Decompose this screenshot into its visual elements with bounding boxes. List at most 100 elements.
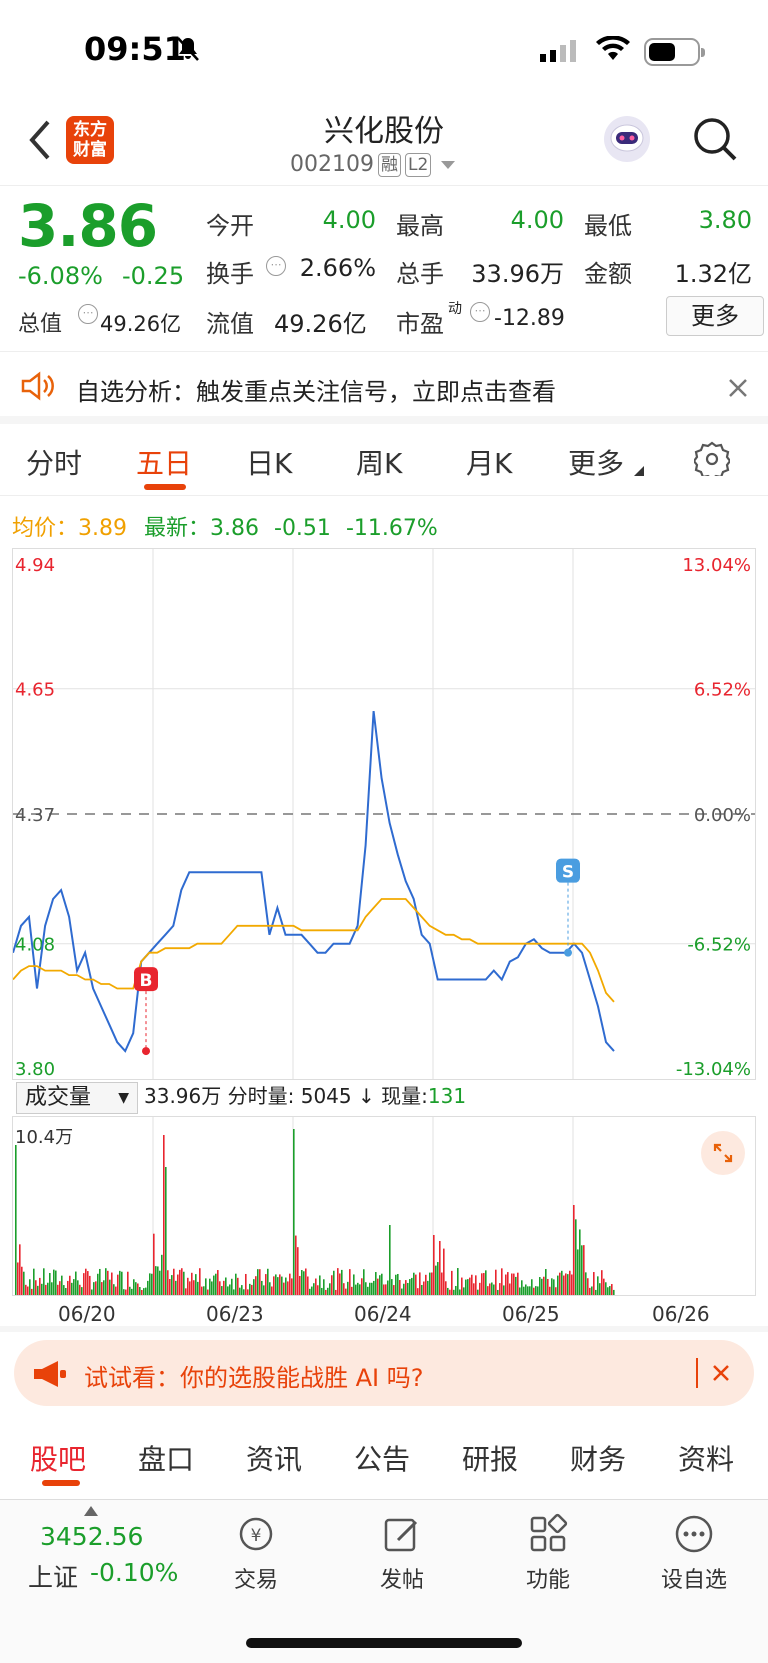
tab-weekly-k[interactable]: 周K: [356, 442, 402, 482]
volume-bar: [287, 1281, 289, 1295]
tab-monthly-k[interactable]: 月K: [466, 442, 512, 482]
volume-bar: [15, 1145, 17, 1295]
status-time: 09:51: [84, 30, 186, 68]
stock-code-row[interactable]: 002109 融 L2: [290, 152, 456, 177]
volume-bar: [595, 1289, 597, 1295]
tab-guba[interactable]: 股吧: [30, 1438, 86, 1478]
volume-chart[interactable]: 10.4万: [12, 1116, 756, 1296]
volume-bar: [481, 1273, 483, 1295]
volume-bar: [397, 1273, 399, 1295]
volume-bar: [447, 1287, 449, 1295]
ai-challenge-banner[interactable]: 试试看：你的选股能战胜 AI 吗?: [14, 1340, 754, 1406]
indicator-selector[interactable]: 成交量 ▼: [16, 1082, 138, 1114]
nav-functions[interactable]: 功能: [488, 1512, 608, 1594]
tab-more[interactable]: 更多: [568, 442, 624, 482]
tab-news[interactable]: 资讯: [246, 1438, 302, 1478]
volume-bar: [367, 1286, 369, 1295]
volume-bar: [27, 1286, 29, 1295]
volume-bar: [147, 1280, 149, 1295]
volume-bar: [247, 1289, 249, 1295]
close-icon[interactable]: [712, 1364, 730, 1382]
volume-bar: [411, 1277, 413, 1295]
search-icon[interactable]: [692, 116, 738, 162]
wifi-icon: [596, 36, 630, 60]
info-icon[interactable]: ⋯: [470, 302, 490, 322]
down-arrow: ↓: [358, 1084, 375, 1108]
tab-five-day[interactable]: 五日: [136, 442, 192, 482]
volume-bar: [201, 1286, 203, 1295]
volume-bar: [85, 1268, 87, 1295]
volume-bar: [189, 1281, 191, 1295]
volume-bar: [383, 1284, 385, 1295]
volume-bar: [373, 1280, 375, 1295]
tab-daily-k[interactable]: 日K: [246, 442, 292, 482]
gear-icon[interactable]: [694, 440, 730, 476]
nav-trade[interactable]: ¥ 交易: [196, 1512, 316, 1594]
volume-bar: [369, 1282, 371, 1295]
margin-tag: 融: [377, 152, 401, 177]
close-icon[interactable]: [728, 378, 748, 398]
volume-bar: [529, 1286, 531, 1295]
tab-timeshare[interactable]: 分时: [26, 442, 82, 482]
volume-bar: [453, 1289, 455, 1295]
tab-research[interactable]: 研报: [462, 1438, 518, 1478]
volume-bar: [41, 1283, 43, 1295]
volume-bar: [129, 1286, 131, 1295]
volume-bar: [409, 1279, 411, 1295]
tab-pankou[interactable]: 盘口: [138, 1438, 194, 1478]
volume-info: 33.96万 分时量: 5045 ↓ 现量:131: [144, 1080, 466, 1109]
more-button[interactable]: 更多: [666, 296, 764, 336]
volume-bar: [305, 1268, 307, 1295]
volume-bar: [185, 1288, 187, 1295]
index-value[interactable]: 3452.56: [40, 1522, 143, 1551]
volume-bar: [267, 1268, 269, 1295]
volume-bar: [601, 1270, 603, 1295]
volume-bar: [193, 1280, 195, 1295]
x-label: 06/24: [354, 1302, 412, 1326]
volume-bar: [231, 1278, 233, 1295]
volume-bar: [101, 1282, 103, 1295]
price-chart[interactable]: 4.94 4.65 4.37 4.08 3.80 13.04% 6.52% 0.00% -6.5…: [12, 548, 756, 1080]
volume-bar: [51, 1282, 53, 1295]
volume-bar: [195, 1274, 197, 1295]
fen-volume-value: 5045: [300, 1084, 352, 1108]
volume-bar: [575, 1219, 577, 1295]
nav-add-watchlist[interactable]: 设自选: [634, 1512, 754, 1594]
volume-bar: [413, 1272, 415, 1295]
mute-bell-icon: [177, 37, 199, 61]
volume-bar: [283, 1282, 285, 1295]
ai-robot-icon[interactable]: [604, 116, 650, 162]
nav-post[interactable]: 发帖: [342, 1512, 462, 1594]
volume-bar: [211, 1281, 213, 1295]
volume-bar: [501, 1268, 503, 1295]
volume-bar: [177, 1274, 179, 1295]
volume-bar: [141, 1289, 143, 1295]
chart-summary-line: 均价：3.89 最新：3.86 -0.51 -11.67%: [12, 510, 438, 542]
volume-bar: [591, 1286, 593, 1295]
info-icon[interactable]: ⋯: [266, 256, 286, 276]
volume-bar: [323, 1279, 325, 1295]
tab-announcements[interactable]: 公告: [354, 1438, 410, 1478]
nav-functions-label: 功能: [525, 1568, 570, 1593]
volume-bar: [505, 1274, 507, 1295]
volume-bar: [493, 1284, 495, 1295]
volume-bar: [365, 1282, 367, 1295]
volume-bar: [121, 1271, 123, 1295]
value-high: 4.00: [510, 206, 564, 234]
volume-bar: [603, 1278, 605, 1295]
status-bar: 09:51: [0, 0, 768, 100]
tab-profile[interactable]: 资料: [678, 1438, 734, 1478]
volume-bar: [291, 1278, 293, 1295]
expand-button[interactable]: [701, 1131, 745, 1175]
info-icon[interactable]: ⋯: [78, 304, 98, 324]
volume-bar: [97, 1273, 99, 1295]
volume-bar: [55, 1270, 57, 1295]
volume-bar: [59, 1281, 61, 1295]
volume-bar: [433, 1235, 435, 1295]
divider: [0, 1326, 768, 1332]
volume-bar: [569, 1270, 571, 1295]
tab-finance[interactable]: 财务: [570, 1438, 626, 1478]
volume-bar: [563, 1275, 565, 1295]
volume-bar: [339, 1273, 341, 1295]
volume-bar: [371, 1282, 373, 1295]
